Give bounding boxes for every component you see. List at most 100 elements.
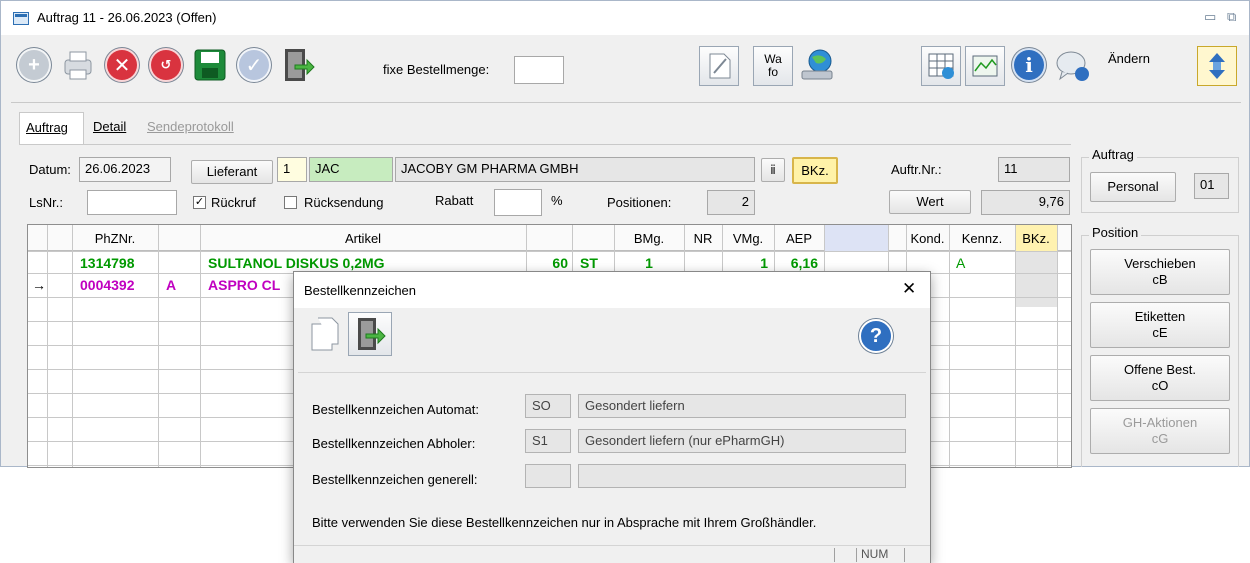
bkz-abholer-code: S1	[525, 429, 571, 453]
verschieben-label: Verschieben	[1124, 256, 1196, 271]
header-bmg[interactable]: BMg.	[614, 225, 684, 251]
auftr-nr-label: Auftr.Nr.:	[891, 162, 942, 177]
lsnr-input[interactable]	[87, 190, 177, 215]
rueckruf-checkbox[interactable]: ✓	[193, 196, 206, 209]
lieferant-nr-field[interactable]: 1	[277, 157, 307, 182]
offene-best-label: Offene Best.	[1123, 362, 1197, 377]
header-nr[interactable]: NR	[684, 225, 722, 251]
confirm-button[interactable]: ✓	[234, 45, 274, 85]
cell-flag: A	[166, 277, 177, 293]
bkz-automat-text: Gesondert liefern	[578, 394, 906, 418]
header-vmg[interactable]: VMg.	[722, 225, 774, 251]
dialog-exit-button[interactable]	[348, 312, 392, 356]
gh-aktionen-button[interactable]: GH-Aktionen cG	[1090, 408, 1230, 454]
auftrag-group-title: Auftrag	[1089, 147, 1137, 162]
tab-auftrag-label: Auftrag	[26, 120, 68, 135]
bkz-button[interactable]: BKz.	[792, 157, 838, 184]
exit-door-icon	[285, 49, 315, 81]
tab-sendeprotokoll[interactable]: Sendeprotokoll	[141, 112, 240, 144]
row-indicator-arrow: →	[32, 277, 46, 293]
fixe-bestellmenge-label: fixe Bestellmenge:	[383, 62, 490, 77]
aep-header-bg	[824, 225, 888, 251]
bkz-abholer-text: Gesondert liefern (nur ePharmGH)	[578, 429, 906, 453]
lieferant-button[interactable]: Lieferant	[191, 160, 273, 184]
header-aep[interactable]: AEP	[774, 225, 824, 251]
header-phznr[interactable]: PhZNr.	[72, 225, 158, 251]
help-button[interactable]: ?	[859, 319, 893, 353]
bkz-automat-code: SO	[525, 394, 571, 418]
personal-button[interactable]: Personal	[1090, 172, 1176, 202]
header-kennz[interactable]: Kennz.	[949, 225, 1015, 251]
cell-phznr: 0004392	[80, 277, 135, 293]
app-icon	[13, 12, 29, 25]
chart-button[interactable]	[965, 46, 1005, 86]
info-button[interactable]: i	[1009, 45, 1049, 85]
wert-field: 9,76	[981, 190, 1070, 215]
plus-icon: +	[17, 48, 51, 82]
header-artikel[interactable]: Artikel	[200, 225, 526, 251]
dialog-copy-button[interactable]	[302, 312, 348, 356]
restore-button[interactable]: ⧉	[1227, 9, 1236, 25]
ruecksendung-checkbox[interactable]	[284, 196, 297, 209]
dialog-title-bar: Bestellkennzeichen ✕	[294, 272, 930, 308]
offene-best-button[interactable]: Offene Best. cO	[1090, 355, 1230, 401]
rabatt-label: Rabatt	[435, 193, 474, 208]
datum-field[interactable]: 26.06.2023	[79, 157, 171, 182]
percent-label: %	[551, 193, 563, 208]
rueckruf-label: Rückruf	[211, 195, 256, 210]
personal-field: 01	[1194, 173, 1229, 199]
offene-best-shortcut: cO	[1151, 378, 1169, 393]
dialog-close-button[interactable]: ✕	[902, 279, 916, 299]
aendern-button[interactable]	[1197, 46, 1237, 86]
wert-button[interactable]: Wert	[889, 190, 971, 214]
gh-aktionen-label: GH-Aktionen	[1122, 415, 1198, 430]
title-bar: Auftrag 11 - 26.06.2023 (Offen) ▭ ⧉	[1, 1, 1249, 35]
cell-phznr: 1314798	[80, 255, 135, 271]
fixe-bestellmenge-input[interactable]	[514, 56, 564, 84]
bkz-generell-code	[525, 464, 571, 488]
rabatt-input[interactable]	[494, 189, 542, 216]
lieferant-info-button[interactable]: ⅱ	[761, 158, 785, 182]
tab-auftrag[interactable]: Auftrag	[19, 112, 84, 144]
globe-drive-icon	[801, 49, 833, 80]
header-bkz[interactable]: BKz.	[1015, 225, 1057, 251]
online-button[interactable]	[797, 45, 837, 85]
tab-detail-label: Detail	[93, 119, 127, 134]
close-circle-icon: ✕	[105, 48, 139, 82]
verschieben-button[interactable]: Verschieben cB	[1090, 249, 1230, 295]
copy-documents-icon	[311, 317, 339, 351]
minimize-button[interactable]: ▭	[1204, 9, 1216, 25]
save-button[interactable]	[190, 45, 230, 85]
storno-button[interactable]: ↺	[146, 45, 186, 85]
tab-detail[interactable]: Detail	[87, 112, 132, 144]
bestellkennzeichen-dialog: Bestellkennzeichen ✕ ? Bestellkennzeiche…	[293, 271, 931, 563]
table-icon	[928, 53, 954, 79]
bkz-abholer-label: Bestellkennzeichen Abholer:	[312, 436, 476, 451]
header-kond[interactable]: Kond.	[906, 225, 949, 251]
lsnr-label: LsNr.:	[29, 195, 63, 210]
lieferant-code-field[interactable]: JAC	[309, 157, 393, 182]
cancel-button[interactable]: ✕	[102, 45, 142, 85]
dialog-hint: Bitte verwenden Sie diese Bestellkennzei…	[312, 515, 817, 530]
tab-sendeprotokoll-label: Sendeprotokoll	[147, 119, 234, 134]
notes-button[interactable]	[699, 46, 739, 86]
positionen-label: Positionen:	[607, 195, 672, 210]
etiketten-button[interactable]: Etiketten cE	[1090, 302, 1230, 348]
dialog-title: Bestellkennzeichen	[304, 283, 417, 298]
wafo-button[interactable]: Wa fo	[753, 46, 793, 86]
gh-aktionen-shortcut: cG	[1151, 431, 1169, 446]
bkz-generell-text	[578, 464, 906, 488]
message-button[interactable]	[1053, 45, 1093, 85]
status-num: NUM	[861, 547, 889, 561]
etiketten-shortcut: cE	[1152, 325, 1168, 340]
print-button[interactable]	[58, 45, 98, 85]
check-circle-icon: ✓	[237, 48, 271, 82]
etiketten-label: Etiketten	[1134, 309, 1186, 324]
exit-button[interactable]	[278, 45, 318, 85]
undo-circle-icon: ↺	[149, 48, 183, 82]
grid-view-button[interactable]	[921, 46, 961, 86]
aendern-label: Ändern	[1108, 51, 1150, 66]
new-button[interactable]: +	[14, 45, 54, 85]
toolbar-separator	[11, 102, 1241, 103]
bkz-automat-label: Bestellkennzeichen Automat:	[312, 402, 479, 417]
